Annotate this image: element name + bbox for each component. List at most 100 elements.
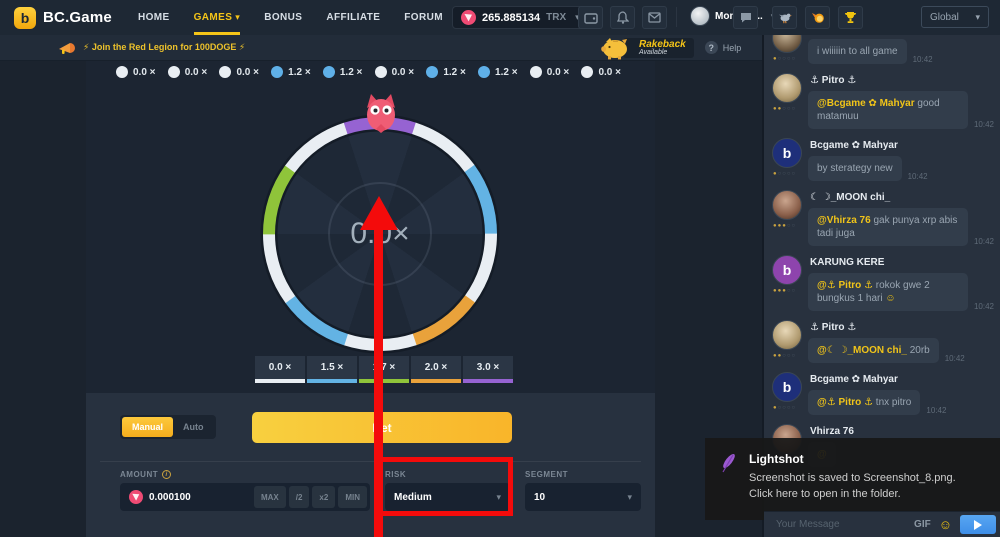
history-chip[interactable]: 0.0 × [375,66,415,78]
emoji-picker-button[interactable]: ☺ [939,518,952,531]
avatar[interactable] [772,320,802,350]
dove-icon [778,11,792,24]
chat-username[interactable]: ⚓ Pitro ⚓ [810,75,994,86]
bet-controls: Manual Auto Bet AMOUNT i MAX /2 x2 MIN R… [86,393,655,537]
avatar[interactable] [772,35,802,53]
currency-label: TRX [546,12,566,23]
chat-username[interactable]: KARUNG KERE [810,257,994,268]
nav-bonus[interactable]: BONUS [264,0,302,35]
chat-contest-button[interactable] [838,6,863,29]
gif-button[interactable]: GIF [914,519,931,530]
legend-item[interactable]: 2.0 × [411,356,461,379]
laughing-emoji: ☺ [885,293,895,304]
bell-icon [617,11,629,24]
history-chip[interactable]: 1.2 × [478,66,518,78]
legend-item[interactable]: 1.7 × [359,356,409,379]
chat-input-bar: GIF ☺ [764,511,1000,537]
info-icon[interactable]: i [162,470,171,479]
result-dot [581,66,593,78]
messages-button[interactable] [642,6,667,29]
history-chip[interactable]: 0.0 × [530,66,570,78]
chat-username[interactable]: ☾ ☽_MOON chi_ [810,192,994,203]
mail-icon [648,12,661,23]
result-dot [530,66,542,78]
level-badges: ●○○○○ [773,405,796,411]
balance-selector[interactable]: 265.885134 TRX ▾ [452,6,589,29]
manual-tab[interactable]: Manual [122,417,173,437]
history-chip[interactable]: 1.2 × [271,66,311,78]
chat-rain-button[interactable] [772,6,797,29]
chat-username[interactable]: Bcgame ✿ Mahyar [810,374,994,385]
timestamp: 10:42 [908,172,928,181]
balance-value: 265.885134 [482,12,540,24]
rakeback-widget[interactable]: Rakeback Available ? Help [600,35,741,60]
history-chip[interactable]: 0.0 × [219,66,259,78]
avatar [690,6,710,26]
timestamp: 10:42 [945,354,965,363]
avatar[interactable]: b [772,255,802,285]
wallet-button[interactable] [578,6,603,29]
chat-message-input[interactable] [776,519,906,530]
amount-field[interactable]: MAX /2 x2 MIN [120,483,370,511]
avatar[interactable] [772,73,802,103]
legend-color-bar [307,379,357,383]
wheel-game-panel: 0.0 × 0.0 × 0.0 × 1.2 × 1.2 × 0.0 × 1.2 … [86,60,655,537]
send-button[interactable] [960,515,996,534]
owl-pointer-icon [363,93,399,133]
segment-select[interactable]: 10 ▾ [525,483,641,511]
chat-message: ●○○○○ i wiiiiin to all game 10:42 [772,39,994,64]
history-chip[interactable]: 0.0 × [116,66,156,78]
chat-fire-button[interactable] [805,6,830,29]
chat-toggle-button[interactable] [733,6,758,29]
logo[interactable]: b BC.Game [0,7,130,29]
max-button[interactable]: MAX [254,486,286,508]
feather-icon [719,452,739,474]
promo-banner[interactable]: ⚡ Join the Red Legion for 100DOGE ⚡ Rake… [0,35,762,60]
chat-message: b ●○○○○ Bcgame ✿ Mahyar by sterategy new… [772,138,994,181]
chat-room-label: Global [930,12,959,23]
chat-room-selector[interactable]: Global ▾ [921,6,989,28]
message-bubble: by sterategy new [808,156,902,181]
nav-affiliate[interactable]: AFFILIATE [326,0,380,35]
chat-message: ●●○○○ ⚓ Pitro ⚓ @☾ ☽_MOON chi_ 20rb 10:4… [772,320,994,363]
history-chip[interactable]: 1.2 × [426,66,466,78]
min-button[interactable]: MIN [338,486,367,508]
toast-message-line2[interactable]: Click here to open in the folder. [749,486,956,502]
avatar[interactable]: b [772,138,802,168]
avatar[interactable] [772,190,802,220]
timestamp: 10:42 [926,406,946,415]
legend-item[interactable]: 1.5 × [307,356,357,379]
result-dot [478,66,490,78]
chat-username[interactable]: ⚓ Pitro ⚓ [810,322,994,333]
history-chip[interactable]: 0.0 × [581,66,621,78]
chat-bubble-icon [740,12,752,23]
multiplier-legend: 0.0 × 1.5 × 1.7 × 2.0 × 3.0 × [255,356,513,379]
trx-coin-icon [129,490,143,504]
main-nav: HOME GAMES▾ BONUS AFFILIATE FORUM [138,0,443,35]
amount-input[interactable] [149,492,251,503]
legend-item[interactable]: 3.0 × [463,356,513,379]
double-button[interactable]: x2 [312,486,335,508]
nav-games[interactable]: GAMES▾ [194,0,241,35]
trophy-icon [844,11,857,24]
level-badges: ●○○○○ [773,171,796,177]
chat-username[interactable]: Vhirza 76 [810,426,994,437]
auto-tab[interactable]: Auto [173,417,214,437]
history-chip[interactable]: 1.2 × [323,66,363,78]
history-chip[interactable]: 0.0 × [168,66,208,78]
legend-item[interactable]: 0.0 × [255,356,305,379]
avatar[interactable]: b [772,372,802,402]
timestamp: 10:42 [974,120,994,129]
help-label[interactable]: Help [723,43,742,53]
lightshot-notification[interactable]: Lightshot Screenshot is saved to Screens… [705,438,1000,520]
timestamp: 10:42 [974,237,994,246]
rakeback-subtitle: Available [639,49,686,56]
nav-forum[interactable]: FORUM [404,0,443,35]
notifications-button[interactable] [610,6,635,29]
mode-toggle: Manual Auto [120,415,216,439]
half-button[interactable]: /2 [289,486,310,508]
nav-home[interactable]: HOME [138,0,170,35]
chat-username[interactable]: Bcgame ✿ Mahyar [810,140,994,151]
help-icon[interactable]: ? [705,41,718,54]
divider [100,461,641,462]
